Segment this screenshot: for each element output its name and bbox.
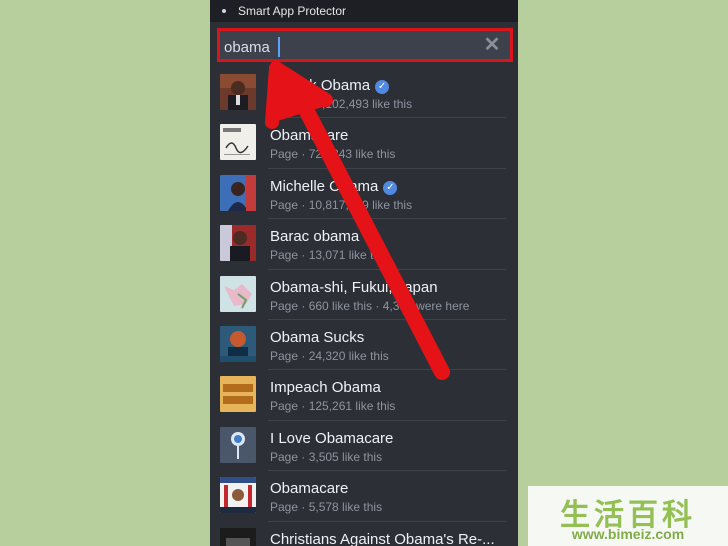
text-cursor [278, 37, 280, 57]
result-meta: Page · 3,505 like this [270, 449, 383, 464]
profile-thumbnail [220, 174, 256, 211]
result-row[interactable]: Obama-shi, Fukui, Japan Page · 660 like … [210, 270, 518, 321]
result-row[interactable]: Impeach Obama Page · 125,261 like this [210, 370, 518, 422]
status-bar: Smart App Protector [210, 0, 518, 22]
result-row[interactable]: Barack Obama ✓ Page · 43,102,493 like thi… [210, 68, 518, 119]
result-name: Obama-shi, Fukui, Japan [270, 278, 438, 296]
profile-thumbnail [220, 426, 256, 463]
result-name: Barack Obama [270, 77, 371, 94]
result-row[interactable]: Christians Against Obama's Re-... [210, 522, 518, 546]
result-row[interactable]: Obamacare Page · 5,578 like this [210, 471, 518, 522]
profile-thumbnail [220, 74, 256, 110]
verified-badge-icon: ✓ [375, 80, 390, 94]
result-meta: Page · 24,320 like this [270, 348, 389, 363]
result-meta: Page · 125,261 like this [270, 399, 396, 414]
profile-thumbnail [220, 325, 256, 362]
signal-dot-icon [222, 9, 226, 13]
result-row[interactable]: Barac obama Page · 13,071 like this [210, 219, 518, 270]
clear-icon[interactable]: ✕ [482, 35, 502, 55]
result-meta: Page · 721,343 like this [270, 147, 396, 162]
result-name: Obamacare [270, 127, 349, 145]
result-name: Obama Sucks [270, 328, 365, 346]
search-box[interactable]: ✕ [217, 28, 513, 62]
result-meta: Page · 10,817,579 like this [270, 197, 413, 212]
profile-thumbnail [220, 376, 256, 413]
status-title: Smart App Protector [238, 4, 347, 18]
result-meta: Page · 5,578 like this [270, 500, 383, 515]
result-name: Christians Against Obama's Re-... [270, 530, 495, 546]
profile-thumbnail [220, 527, 256, 546]
result-name: Barac obama [270, 228, 360, 246]
result-meta: Page · 660 like this · 4,380 were here [270, 298, 470, 313]
result-name: I Love Obamacare [270, 429, 394, 447]
profile-thumbnail [220, 124, 256, 161]
result-name: Obamacare [270, 480, 349, 498]
profile-thumbnail [220, 225, 256, 262]
result-meta: Page · 13,071 like this [270, 248, 389, 263]
profile-thumbnail [220, 275, 256, 312]
result-row[interactable]: Obamacare Page · 721,343 like this [210, 118, 518, 170]
result-name: Impeach Obama [270, 379, 381, 397]
profile-thumbnail [220, 477, 256, 514]
result-name: Michelle Obama [270, 177, 379, 195]
search-input[interactable] [224, 37, 474, 57]
site-watermark: 生活百科 www.bimeiz.com [528, 486, 728, 546]
result-meta: Page · 43,102,493 like this [270, 97, 413, 111]
watermark-url: www.bimeiz.com [571, 526, 685, 542]
result-row[interactable]: Obama Sucks Page · 24,320 like this [210, 320, 518, 371]
verified-badge-icon: ✓ [383, 180, 398, 195]
result-row[interactable]: Michelle Obama ✓ Page · 10,817,579 like t… [210, 169, 518, 220]
result-row[interactable]: I Love Obamacare Page · 3,505 like this [210, 421, 518, 472]
search-results-list: Barack Obama ✓ Page · 43,102,493 like thi… [210, 68, 518, 546]
phone-screen: Smart App Protector ✕ Barack Obama ✓ Page… [210, 0, 518, 546]
